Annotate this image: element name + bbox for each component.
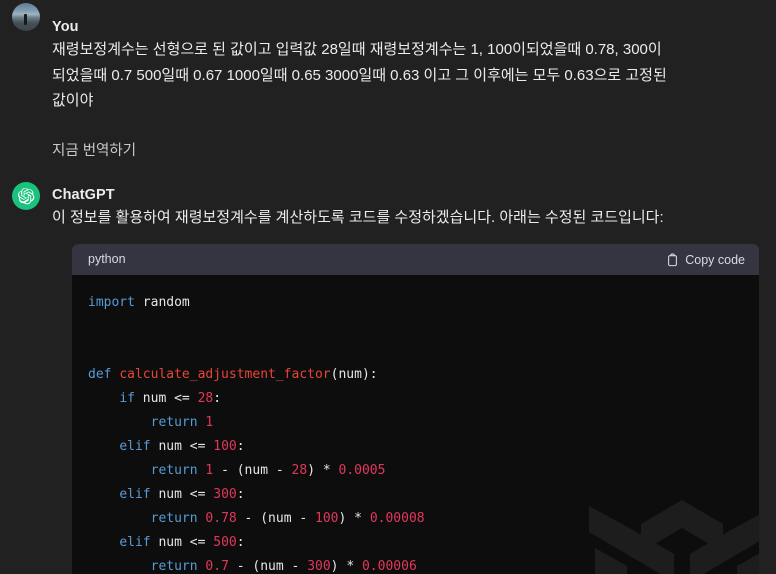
code-line: return 0.7 - (num - 300) * 0.00006 (150, 559, 417, 574)
openai-logo-icon (12, 181, 40, 210)
code-line: if num <= 28: (119, 391, 222, 406)
code-line: elif num <= 300: (119, 487, 245, 502)
code-block-header: python Copy code (72, 244, 759, 275)
assistant-author-name: ChatGPT (52, 186, 115, 203)
user-avatar[interactable] (12, 3, 40, 31)
assistant-message: ChatGPT 이 정보를 활용하여 재령보정계수를 계산하도록 코드를 수정하… (0, 179, 776, 231)
code-line: return 0.78 - (num - 100) * 0.00008 (150, 511, 425, 526)
user-photo-avatar-image (12, 3, 40, 31)
clipboard-icon (666, 253, 679, 267)
chat-conversation: You 재령보정계수는 선형으로 된 값이고 입력값 28일때 재령보정계수는 … (0, 0, 776, 574)
copy-code-button[interactable]: Copy code (666, 253, 745, 267)
copy-code-label: Copy code (685, 252, 745, 267)
code-line: return 1 (150, 415, 214, 430)
code-line: def calculate_adjustment_factor(num): (88, 367, 378, 382)
code-content[interactable]: import random def calculate_adjustment_f… (72, 275, 759, 574)
user-message-text: 재령보정계수는 선형으로 된 값이고 입력값 28일때 재령보정계수는 1, 1… (52, 41, 667, 109)
user-author-name: You (52, 19, 79, 35)
code-block: AIPRM python Copy code import random def… (72, 244, 759, 574)
code-language-label: python (88, 252, 126, 266)
translate-now-link[interactable]: 지금 번역하기 (0, 141, 776, 162)
code-line: return 1 - (num - 28) * 0.0005 (150, 463, 386, 478)
code-line: elif num <= 500: (119, 535, 245, 550)
user-message: You 재령보정계수는 선형으로 된 값이고 입력값 28일때 재령보정계수는 … (0, 0, 776, 114)
assistant-message-text: 이 정보를 활용하여 재령보정계수를 계산하도록 코드를 수정하겠습니다. 아래… (52, 208, 664, 226)
code-line: import random (88, 295, 190, 310)
code-line: elif num <= 100: (119, 439, 245, 454)
